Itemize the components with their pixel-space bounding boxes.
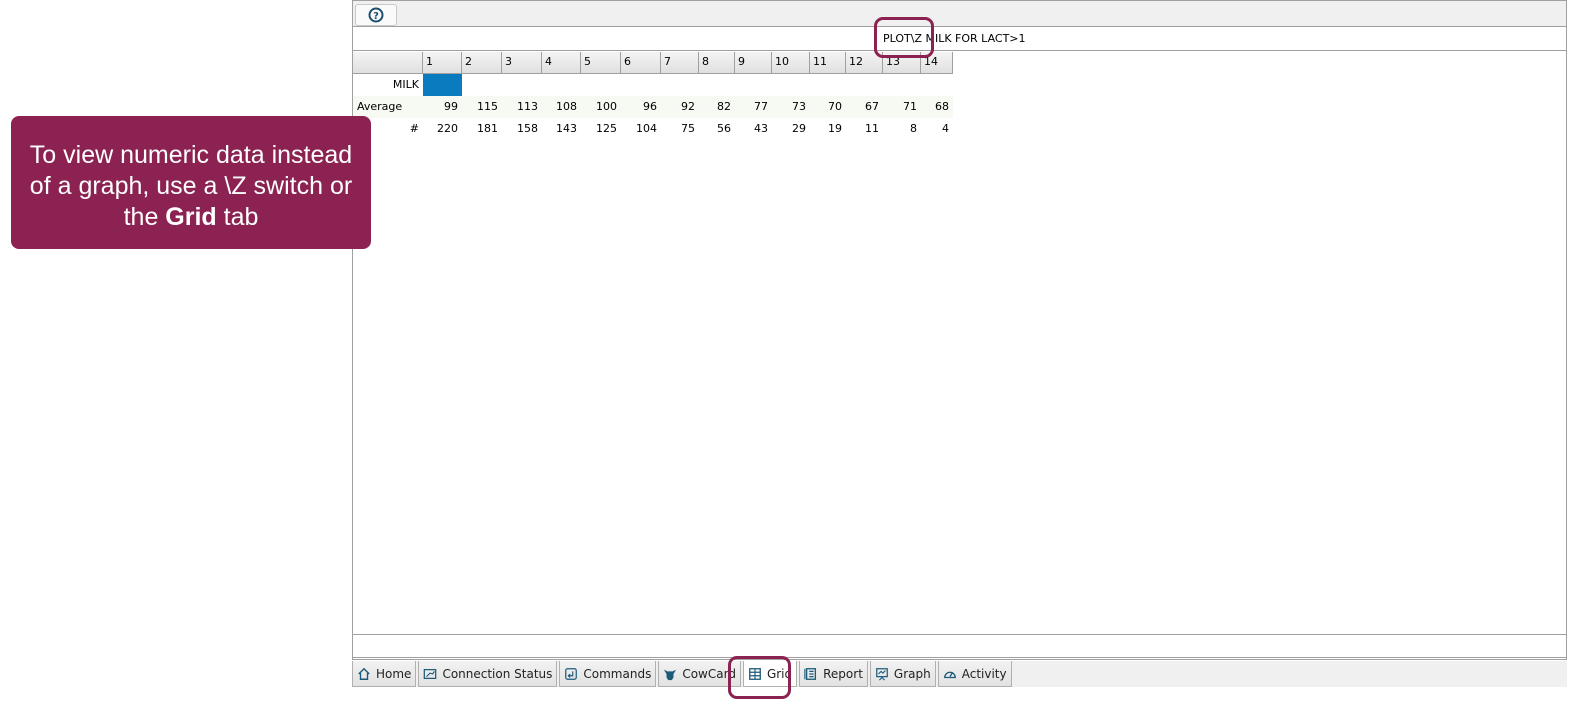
callout-text: the — [123, 203, 166, 231]
table-cell[interactable]: 113 — [502, 96, 542, 118]
table-cell[interactable]: 220 — [423, 118, 462, 140]
column-header[interactable]: 2 — [462, 52, 502, 74]
tab-commands[interactable]: Commands — [559, 661, 657, 687]
table-cell[interactable]: 158 — [502, 118, 542, 140]
row-label: Average — [357, 100, 403, 113]
table-cell[interactable]: 108 — [542, 96, 581, 118]
table-cell[interactable]: 11 — [846, 118, 883, 140]
tab-connection-status[interactable]: Connection Status — [418, 661, 558, 687]
table-cell[interactable]: 77 — [735, 96, 772, 118]
command-input[interactable] — [353, 634, 1566, 658]
table-cell[interactable]: 99 — [423, 96, 462, 118]
table-cell[interactable]: 115 — [462, 96, 502, 118]
tab-label: Home — [376, 666, 412, 681]
table-cell[interactable]: 73 — [772, 96, 810, 118]
table-cell[interactable]: 96 — [621, 96, 661, 118]
series-label: MILK — [392, 78, 419, 91]
help-icon: ? — [368, 7, 384, 23]
grid-header-row: 1 2 3 4 5 6 7 8 9 10 11 12 13 14 — [353, 52, 953, 74]
callout-text: tab — [216, 203, 259, 231]
graph-icon — [876, 667, 888, 681]
table-cell[interactable]: 82 — [699, 96, 735, 118]
activity-icon — [943, 671, 956, 678]
table-cell[interactable]: 43 — [735, 118, 772, 140]
column-header[interactable]: 3 — [502, 52, 542, 74]
connection-icon — [424, 668, 437, 679]
tab-graph[interactable]: Graph — [869, 661, 936, 687]
toolbar: ? — [353, 1, 1566, 27]
cow-icon — [664, 669, 677, 680]
series-row: MILK — [353, 74, 953, 96]
callout-line: of a graph, use a \Z switch or — [29, 172, 353, 200]
table-cell[interactable]: 104 — [621, 118, 661, 140]
table-cell[interactable]: 71 — [883, 96, 921, 118]
table-cell[interactable]: 92 — [661, 96, 699, 118]
column-header[interactable]: 5 — [581, 52, 621, 74]
tab-label: Connection Status — [442, 666, 553, 681]
table-cell[interactable]: 29 — [772, 118, 810, 140]
table-row: Average 99 115 113 108 100 96 92 82 77 73 70 67 71 68 — [353, 96, 953, 118]
tab-home[interactable]: Home — [352, 661, 417, 687]
table-cell[interactable]: 70 — [810, 96, 846, 118]
table-cell[interactable]: 68 — [921, 96, 953, 118]
callout-bold: Grid — [165, 203, 217, 231]
column-header[interactable]: 1 — [423, 52, 462, 74]
column-header[interactable]: 10 — [772, 52, 810, 74]
help-button[interactable]: ? — [355, 4, 397, 26]
table-cell[interactable]: 19 — [810, 118, 846, 140]
table-cell[interactable]: 4 — [921, 118, 953, 140]
grid-corner — [353, 52, 423, 74]
report-icon — [804, 667, 817, 680]
highlight-command-switch — [874, 17, 934, 58]
home-icon — [358, 667, 370, 680]
tab-label: Commands — [583, 666, 652, 681]
commands-icon — [565, 667, 578, 680]
table-row: #220 181 158 143 125 104 75 56 43 29 19 11 8 4 — [353, 118, 953, 140]
tab-bar: Home Connection Status Commands CowCard Grid… — [352, 661, 1567, 687]
series-color-swatch — [423, 74, 462, 96]
table-cell[interactable]: 125 — [581, 118, 621, 140]
tab-label: Report — [823, 666, 863, 681]
column-header[interactable]: 4 — [542, 52, 581, 74]
table-cell[interactable]: 8 — [883, 118, 921, 140]
main-window: ? PLOT\Z MILK FOR LACT>1 1 2 3 4 5 6 7 8 9 10 11 12… — [352, 0, 1567, 660]
callout-line: To view numeric data instead — [29, 141, 353, 169]
table-cell[interactable]: 75 — [661, 118, 699, 140]
table-cell[interactable]: 67 — [846, 96, 883, 118]
svg-text:?: ? — [373, 11, 379, 22]
table-cell[interactable]: 143 — [542, 118, 581, 140]
table-cell[interactable]: 100 — [581, 96, 621, 118]
tab-label: Graph — [893, 666, 931, 681]
callout-tip: To view numeric data instead of a graph,… — [11, 116, 371, 249]
tab-label: Activity — [961, 666, 1007, 681]
highlight-grid-tab — [728, 656, 791, 699]
tab-report[interactable]: Report — [799, 661, 868, 687]
column-header[interactable]: 7 — [661, 52, 699, 74]
column-header[interactable]: 9 — [735, 52, 772, 74]
table-cell[interactable]: 56 — [699, 118, 735, 140]
column-header[interactable]: 11 — [810, 52, 846, 74]
command-bar[interactable]: PLOT\Z MILK FOR LACT>1 — [353, 26, 1566, 51]
column-header[interactable]: 6 — [621, 52, 661, 74]
tab-activity[interactable]: Activity — [937, 661, 1012, 687]
table-cell[interactable]: 181 — [462, 118, 502, 140]
column-header[interactable]: 8 — [699, 52, 735, 74]
